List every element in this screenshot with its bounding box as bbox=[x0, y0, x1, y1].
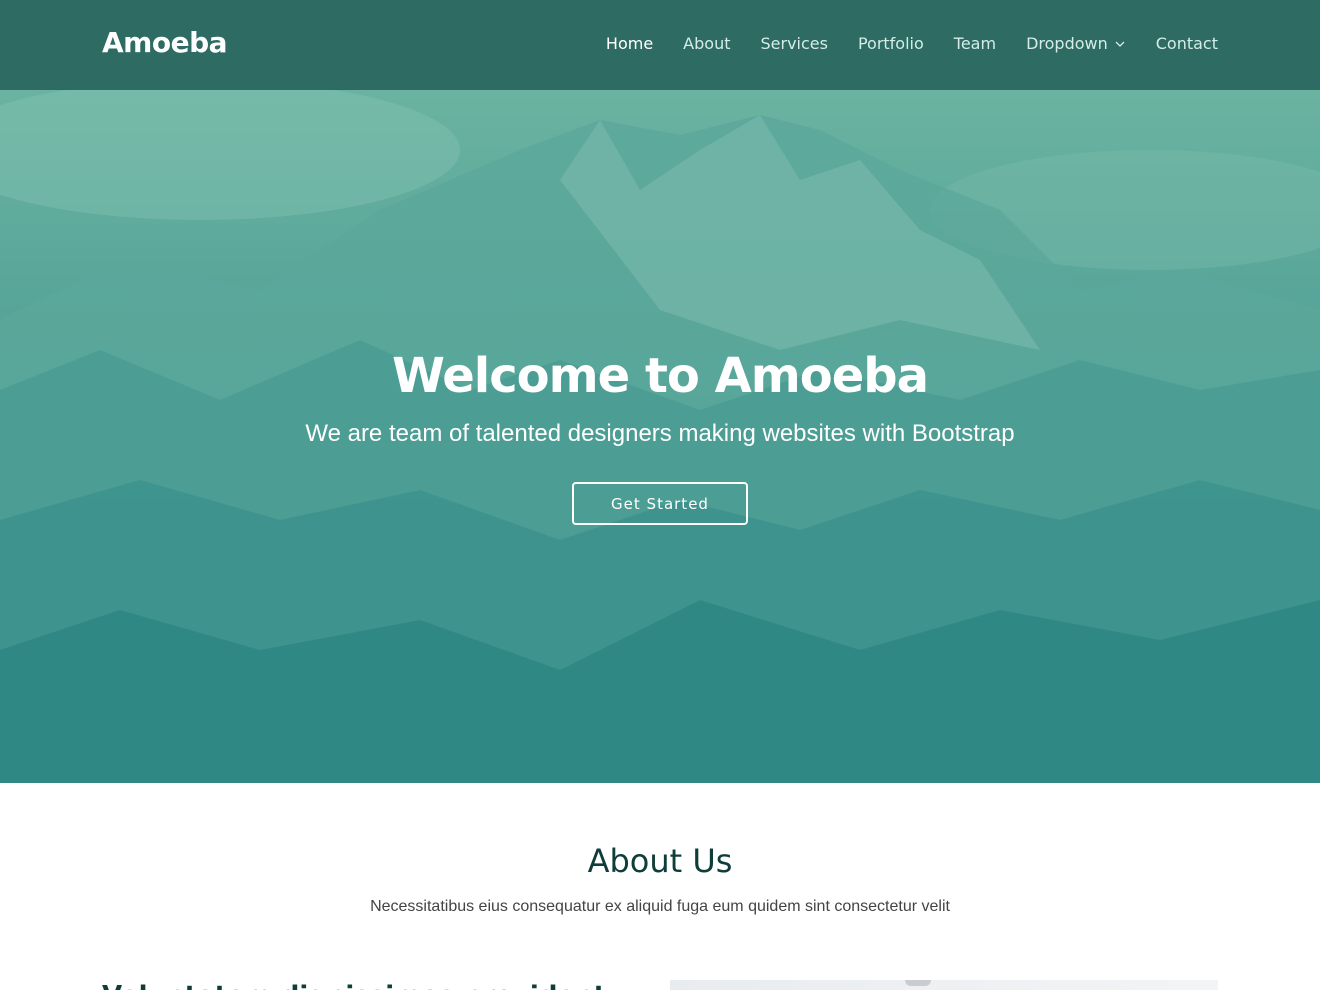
nav-contact[interactable]: Contact bbox=[1156, 34, 1218, 53]
site-header: Amoeba Home About Services Portfolio Tea… bbox=[0, 0, 1320, 90]
site-logo[interactable]: Amoeba bbox=[102, 26, 228, 59]
nav-team[interactable]: Team bbox=[954, 34, 996, 53]
about-title: About Us bbox=[587, 842, 733, 880]
chevron-down-icon bbox=[1115, 41, 1125, 47]
get-started-button[interactable]: Get Started bbox=[572, 482, 748, 525]
main-nav: Home About Services Portfolio Team Dropd… bbox=[576, 34, 1218, 53]
about-subtitle: Necessitatibus eius consequatur ex aliqu… bbox=[370, 898, 950, 915]
nav-about[interactable]: About bbox=[683, 34, 730, 53]
hero-title: Welcome to Amoeba bbox=[391, 348, 929, 404]
nav-home[interactable]: Home bbox=[606, 34, 653, 53]
about-image bbox=[670, 980, 1218, 990]
hero-section: Welcome to Amoeba We are team of talente… bbox=[0, 90, 1320, 783]
about-heading-text: Voluptatem dignissimos provident bbox=[102, 981, 606, 990]
nav-services[interactable]: Services bbox=[760, 34, 827, 53]
nav-dropdown-label: Dropdown bbox=[1026, 34, 1108, 53]
hero-subtitle: We are team of talented designers making… bbox=[305, 420, 1015, 447]
about-heading: Voluptatem dignissimos provident bbox=[102, 978, 642, 990]
nav-dropdown[interactable]: Dropdown bbox=[1026, 34, 1126, 53]
image-detail bbox=[905, 980, 931, 986]
nav-portfolio[interactable]: Portfolio bbox=[858, 34, 924, 53]
